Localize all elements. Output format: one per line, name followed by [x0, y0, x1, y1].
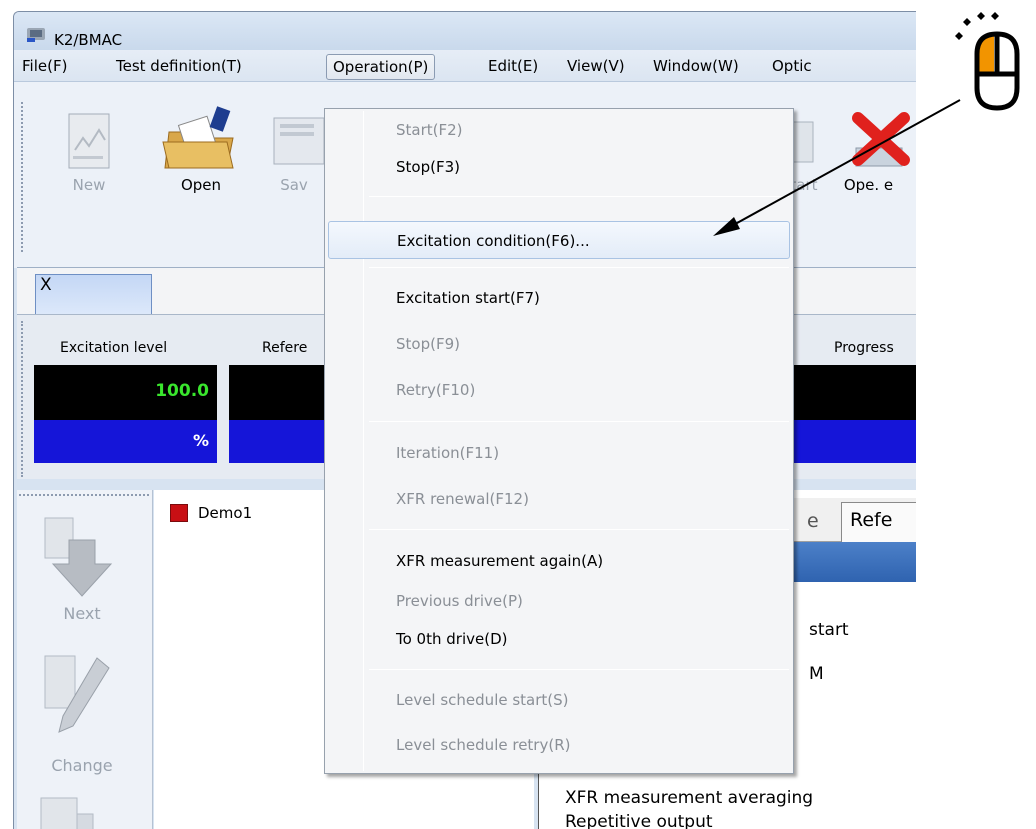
open-folder-icon	[162, 106, 234, 169]
menu-item-excitation-stop[interactable]: Stop(F9)	[328, 325, 790, 363]
menu-separator	[369, 669, 789, 670]
mouse-click-icon	[955, 12, 1020, 111]
test-file-icon	[170, 504, 188, 522]
tab-x-label: X	[40, 275, 52, 295]
status-line-m: M	[809, 664, 824, 684]
menu-test-definition[interactable]: Test definition(T)	[110, 54, 248, 80]
monitor-grip[interactable]	[21, 321, 23, 477]
menu-operation[interactable]: Operation(P)	[326, 54, 436, 80]
new-icon	[68, 113, 110, 169]
new-label: New	[72, 176, 106, 194]
change-label: Change	[51, 756, 113, 775]
tree-item-label: Demo1	[198, 504, 253, 522]
menu-edit[interactable]: Edit(E)	[482, 54, 544, 80]
menu-item-xfr-renewal[interactable]: XFR renewal(F12)	[328, 480, 790, 518]
menu-separator	[369, 529, 789, 530]
side-toolbar: Next Change	[17, 490, 153, 829]
excitation-unit-display: %	[34, 420, 217, 463]
change-button[interactable]: Change	[27, 650, 137, 778]
reference-label: Refere	[262, 340, 308, 356]
save-label: Sav	[280, 176, 308, 194]
right-tab-reference[interactable]: Refe	[841, 502, 916, 542]
next-arrow-icon	[44, 517, 113, 597]
app-icon	[27, 28, 45, 42]
menu-item-excitation-condition[interactable]: Excitation condition(F6)...	[328, 221, 790, 259]
excitation-value-display: 100.0	[34, 365, 217, 420]
progress-label: Progress	[834, 340, 894, 356]
status-line-repetitive-output: Repetitive output	[565, 812, 713, 829]
menu-separator	[369, 267, 789, 268]
progress-value-display	[784, 365, 916, 420]
menu-item-to-0th-drive[interactable]: To 0th drive(D)	[328, 620, 790, 658]
ope-end-label: Ope. e	[843, 176, 894, 194]
side-grip[interactable]	[19, 494, 149, 496]
operation-menu-dropdown: Start(F2) Stop(F3) Excitation condition(…	[324, 108, 794, 774]
tab-x[interactable]: X	[35, 274, 152, 314]
reference-value-display	[229, 365, 324, 420]
right-tab-reference-label: Refe	[850, 509, 893, 531]
open-button[interactable]: Open	[156, 104, 246, 204]
excitation-value: 100.0	[155, 381, 209, 401]
excitation-unit: %	[192, 431, 209, 450]
open-label: Open	[180, 176, 222, 194]
save-icon	[273, 117, 325, 165]
status-line-xfr-averaging: XFR measurement averaging	[565, 788, 814, 808]
menu-item-retry[interactable]: Retry(F10)	[328, 371, 790, 409]
progress-unit-display	[784, 420, 916, 463]
excitation-level-label: Excitation level	[60, 340, 168, 356]
menu-window[interactable]: Window(W)	[647, 54, 745, 80]
status-line-start: start	[809, 620, 849, 640]
ope-end-icon	[851, 112, 910, 167]
window-title: K2/BMAC	[54, 31, 123, 49]
menu-item-level-schedule-start[interactable]: Level schedule start(S)	[328, 681, 790, 719]
menu-item-excitation-start[interactable]: Excitation start(F7)	[328, 279, 790, 317]
list-icon	[40, 797, 94, 829]
new-button[interactable]: New	[49, 104, 129, 204]
menu-options[interactable]: Optic	[766, 54, 818, 80]
menu-file[interactable]: File(F)	[16, 54, 73, 80]
menu-item-stop[interactable]: Stop(F3)	[328, 148, 790, 186]
reference-unit-display	[229, 420, 324, 463]
title-bar: K2/BMAC	[14, 12, 916, 50]
menu-item-xfr-measurement-again[interactable]: XFR measurement again(A)	[328, 542, 790, 580]
toolbar-grip[interactable]	[21, 102, 23, 252]
menu-item-previous-drive[interactable]: Previous drive(P)	[328, 582, 790, 620]
menu-item-level-schedule-retry[interactable]: Level schedule retry(R)	[328, 726, 790, 764]
menu-view[interactable]: View(V)	[561, 54, 631, 80]
save-button[interactable]: Sav	[264, 104, 325, 204]
menu-item-iteration[interactable]: Iteration(F11)	[328, 434, 790, 472]
menu-item-start[interactable]: Start(F2)	[328, 111, 790, 149]
change-pencil-icon	[44, 655, 110, 733]
next-button[interactable]: Next	[27, 512, 137, 630]
menu-separator	[369, 421, 789, 422]
menu-bar: File(F) Test definition(T) Operation(P) …	[14, 50, 916, 82]
right-tab-e[interactable]: e	[807, 510, 819, 532]
tree-item-demo1[interactable]: Demo1	[170, 504, 252, 522]
ope-end-button[interactable]: Ope. e	[826, 104, 916, 204]
menu-separator	[369, 196, 789, 197]
next-label: Next	[63, 604, 101, 623]
